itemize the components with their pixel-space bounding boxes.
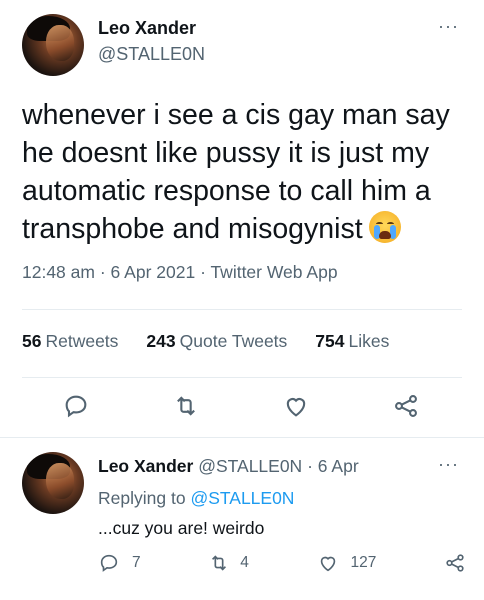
like-count: 127 (350, 554, 377, 571)
reply-avatar[interactable] (22, 452, 84, 514)
reply-share-button[interactable] (444, 552, 466, 574)
more-options-icon[interactable]: ··· (438, 16, 459, 37)
reply-text: ...cuz you are! weirdo (98, 518, 265, 538)
tweet-stats: 56 Retweets 243 Quote Tweets 754 Likes (22, 331, 389, 352)
reply-author-handle[interactable]: @STALLE0N (198, 456, 302, 476)
reply-count: 7 (132, 554, 141, 571)
retweet-icon (212, 555, 227, 571)
heart-icon (286, 398, 306, 417)
tweet-actions (62, 392, 420, 420)
divider (22, 309, 462, 310)
heart-icon (320, 556, 335, 572)
tweet-date[interactable]: 6 Apr 2021 (111, 262, 196, 282)
avatar-face (45, 463, 75, 500)
tweet-time[interactable]: 12:48 am (22, 262, 95, 282)
reply-retweet-button[interactable]: 4 (208, 552, 249, 574)
reply-separator: · (307, 456, 313, 476)
retweet-button[interactable] (172, 392, 200, 420)
tweet-source[interactable]: Twitter Web App (210, 262, 337, 282)
replying-to-label: Replying to (98, 488, 186, 508)
reply-reply-button[interactable]: 7 (98, 552, 141, 574)
reply-like-button[interactable]: 127 (317, 552, 377, 574)
meta-separator: · (200, 262, 206, 282)
meta-separator: · (99, 262, 106, 282)
tweet-text: whenever i see a cis gay man say he does… (22, 96, 467, 248)
reply-icon (65, 395, 87, 418)
tweet-meta: 12:48 am · 6 Apr 2021 · Twitter Web App (22, 262, 338, 283)
likes-stat[interactable]: 754 Likes (315, 331, 389, 352)
reply-header: Leo Xander @STALLE0N · 6 Apr (98, 456, 359, 477)
reply-date[interactable]: 6 Apr (318, 456, 359, 476)
avatar[interactable] (22, 14, 84, 76)
quote-tweets-stat[interactable]: 243 Quote Tweets (146, 331, 287, 352)
share-icon (446, 554, 464, 572)
loudly-crying-face-icon (368, 211, 401, 243)
reply-more-options-icon[interactable]: ··· (438, 454, 459, 475)
avatar-face (45, 25, 75, 62)
reply-button[interactable] (62, 392, 90, 420)
like-button[interactable] (282, 392, 310, 420)
author-handle[interactable]: @STALLE0N (98, 44, 205, 65)
divider (22, 377, 462, 378)
divider (0, 437, 484, 438)
share-button[interactable] (392, 392, 420, 420)
retweet-count: 4 (240, 554, 249, 571)
author-name[interactable]: Leo Xander (98, 18, 196, 39)
retweets-stat[interactable]: 56 Retweets (22, 331, 118, 352)
reply-actions: 7 4 127 (98, 552, 466, 574)
replying-to-handle[interactable]: @STALLE0N (190, 488, 294, 508)
retweet-icon (177, 396, 195, 416)
reply-author-name[interactable]: Leo Xander (98, 456, 193, 476)
reply-icon (100, 554, 118, 572)
share-icon (395, 395, 417, 417)
replying-to: Replying to @STALLE0N (98, 488, 294, 509)
